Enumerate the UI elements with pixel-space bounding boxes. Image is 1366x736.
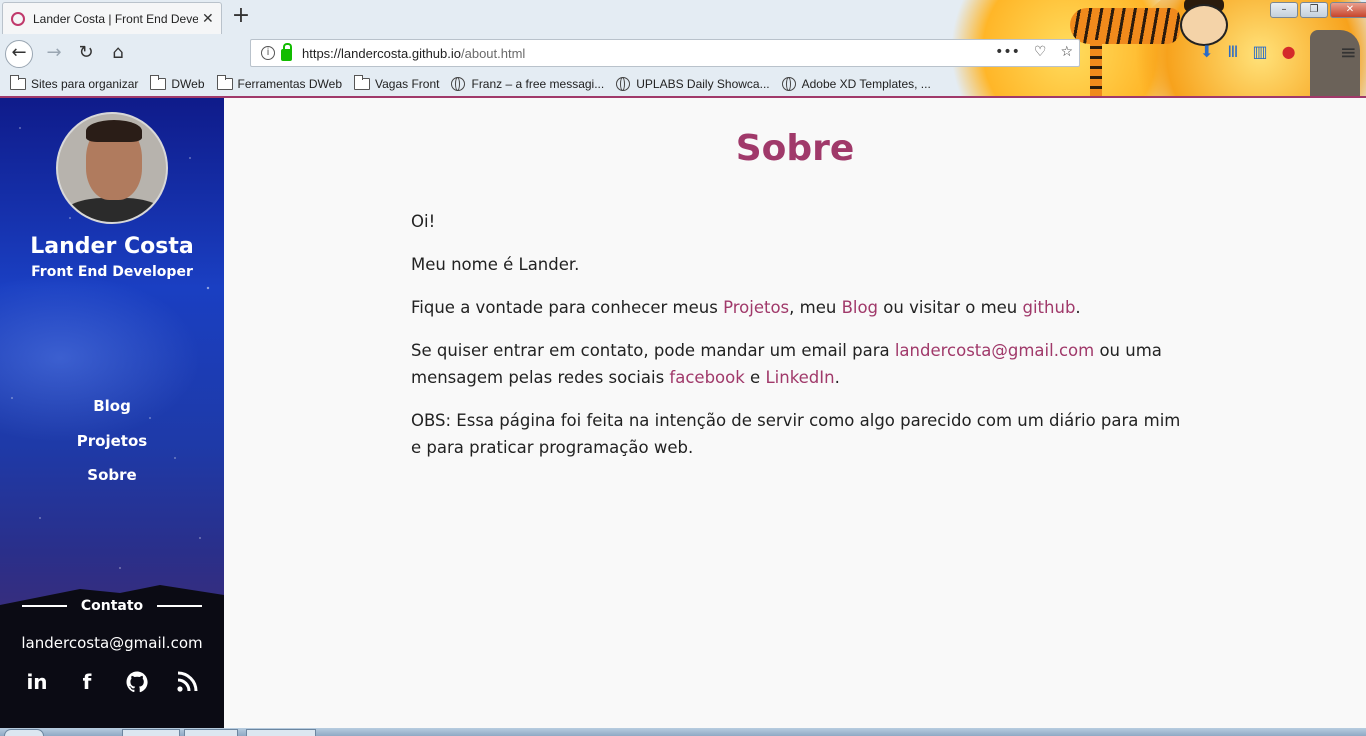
reload-button[interactable]: ↻ xyxy=(72,40,100,68)
taskbar-button[interactable] xyxy=(184,729,238,736)
profile-role: Front End Developer xyxy=(31,264,193,280)
library-icon[interactable]: Ⅲ xyxy=(1227,42,1238,61)
text: , meu xyxy=(789,298,842,317)
facebook-icon[interactable]: f xyxy=(72,668,102,696)
bookmark-item[interactable]: Vagas Front xyxy=(354,75,440,91)
text: . xyxy=(1075,298,1081,317)
os-taskbar xyxy=(0,728,1366,736)
url-host: https://landercosta.github.io xyxy=(302,45,461,61)
url-path: /about.html xyxy=(461,45,526,61)
browser-tab[interactable]: Lander Costa | Front End Developer ✕ xyxy=(2,2,222,34)
link-projetos[interactable]: Projetos xyxy=(723,298,789,317)
profile-name: Lander Costa xyxy=(30,234,194,259)
taskbar-button[interactable] xyxy=(122,729,180,736)
extension-icon[interactable]: ● xyxy=(1282,42,1296,61)
page-title: Sobre xyxy=(735,128,855,169)
sidebar: Lander Costa Front End Developer Blog Pr… xyxy=(0,98,224,728)
tab-close-icon[interactable]: ✕ xyxy=(202,11,214,27)
bookmark-label: Adobe XD Templates, ... xyxy=(801,77,931,91)
folder-icon xyxy=(150,75,167,90)
info-icon[interactable]: i xyxy=(261,46,275,60)
bookmark-label: Franz – a free messagi... xyxy=(471,77,605,91)
site-favicon-icon xyxy=(11,11,25,26)
text: . xyxy=(834,368,840,387)
avatar xyxy=(56,112,168,224)
lock-icon xyxy=(281,43,292,61)
bookmark-item[interactable]: UPLABS Daily Showca... xyxy=(616,77,770,91)
bookmarks-toolbar: Sites para organizar DWeb Ferramentas DW… xyxy=(0,72,1366,96)
home-button[interactable]: ⌂ xyxy=(104,40,132,68)
github-icon[interactable] xyxy=(122,668,152,696)
bookmark-item[interactable]: Adobe XD Templates, ... xyxy=(781,77,931,91)
bookmark-item[interactable]: Ferramentas DWeb xyxy=(216,75,342,91)
link-github[interactable]: github xyxy=(1023,298,1076,317)
browser-chrome: Lander Costa | Front End Developer ✕ + –… xyxy=(0,0,1366,98)
sidebar-nav: Blog Projetos Sobre xyxy=(0,394,224,498)
paragraph-contact: Se quiser entrar em contato, pode mandar… xyxy=(411,337,1181,391)
about-text: Oi! Meu nome é Lander. Fique a vontade p… xyxy=(411,208,1181,477)
bookmark-item[interactable]: DWeb xyxy=(150,75,205,91)
pocket-icon[interactable]: ♡ xyxy=(1034,44,1047,60)
social-links: in f xyxy=(22,668,202,696)
text: e xyxy=(744,368,766,387)
back-button[interactable]: ← xyxy=(5,40,33,68)
paragraph-greeting: Oi! xyxy=(411,212,436,231)
bookmark-label: DWeb xyxy=(171,77,205,91)
divider xyxy=(22,605,67,607)
paragraph-obs: OBS: Essa página foi feita na intenção d… xyxy=(411,411,1181,457)
bookmark-star-icon[interactable]: ☆ xyxy=(1060,44,1073,60)
text: ou visitar o meu xyxy=(878,298,1023,317)
bookmark-label: Ferramentas DWeb xyxy=(237,77,342,91)
linkedin-icon[interactable]: in xyxy=(22,668,52,696)
new-tab-button[interactable]: + xyxy=(228,4,254,30)
paragraph-name: Meu nome é Lander. xyxy=(411,255,580,274)
sidebar-item-projetos[interactable]: Projetos xyxy=(0,429,224,464)
close-window-button[interactable]: ✕ xyxy=(1330,2,1366,18)
globe-icon xyxy=(616,77,631,91)
maximize-button[interactable]: ❐ xyxy=(1300,2,1328,18)
tab-bar: Lander Costa | Front End Developer ✕ + xyxy=(0,0,880,34)
text: Se quiser entrar em contato, pode mandar… xyxy=(411,341,895,360)
bookmark-item[interactable]: Franz – a free messagi... xyxy=(451,77,604,91)
download-icon[interactable]: ⬇ xyxy=(1200,42,1213,61)
main-content: Sobre Oi! Meu nome é Lander. Fique a von… xyxy=(224,98,1366,728)
contact-label: Contato xyxy=(80,598,144,614)
sidebar-item-sobre[interactable]: Sobre xyxy=(0,463,224,498)
folder-icon xyxy=(216,75,233,90)
hamburger-menu-icon[interactable]: ≡ xyxy=(1340,40,1357,64)
link-facebook[interactable]: facebook xyxy=(669,368,744,387)
paragraph-links: Fique a vontade para conhecer meus Proje… xyxy=(411,294,1181,321)
navigation-toolbar: ← → ↻ ⌂ i https://landercosta.github.io … xyxy=(0,34,1366,72)
taskbar-button[interactable] xyxy=(246,729,316,736)
globe-icon xyxy=(451,77,466,91)
minimize-button[interactable]: – xyxy=(1270,2,1298,18)
contact-heading: Contato xyxy=(22,598,202,614)
text: Fique a vontade para conhecer meus xyxy=(411,298,724,317)
page-actions-icon[interactable]: ••• xyxy=(995,44,1020,60)
bookmark-label: UPLABS Daily Showca... xyxy=(636,77,770,91)
forward-button[interactable]: → xyxy=(40,40,68,68)
link-linkedin[interactable]: LinkedIn xyxy=(765,368,834,387)
bookmark-label: Sites para organizar xyxy=(31,77,139,91)
divider xyxy=(157,605,202,607)
contact-email[interactable]: landercosta@gmail.com xyxy=(0,634,224,652)
bookmark-item[interactable]: Sites para organizar xyxy=(10,75,139,91)
link-email[interactable]: landercosta@gmail.com xyxy=(895,341,1094,360)
url-bar[interactable]: i https://landercosta.github.io /about.h… xyxy=(250,39,1080,67)
folder-icon xyxy=(354,75,370,90)
rss-icon[interactable] xyxy=(172,668,202,696)
sidebar-item-blog[interactable]: Blog xyxy=(0,394,224,429)
folder-icon xyxy=(10,75,26,90)
start-button[interactable] xyxy=(4,729,44,736)
globe-icon xyxy=(781,77,796,91)
bookmark-label: Vagas Front xyxy=(375,77,440,91)
tab-title: Lander Costa | Front End Developer xyxy=(33,11,198,26)
link-blog[interactable]: Blog xyxy=(842,298,878,317)
sidebar-toggle-icon[interactable]: ▥ xyxy=(1252,42,1267,61)
toolbar-icons: ⬇ Ⅲ ▥ ● xyxy=(1200,42,1296,61)
